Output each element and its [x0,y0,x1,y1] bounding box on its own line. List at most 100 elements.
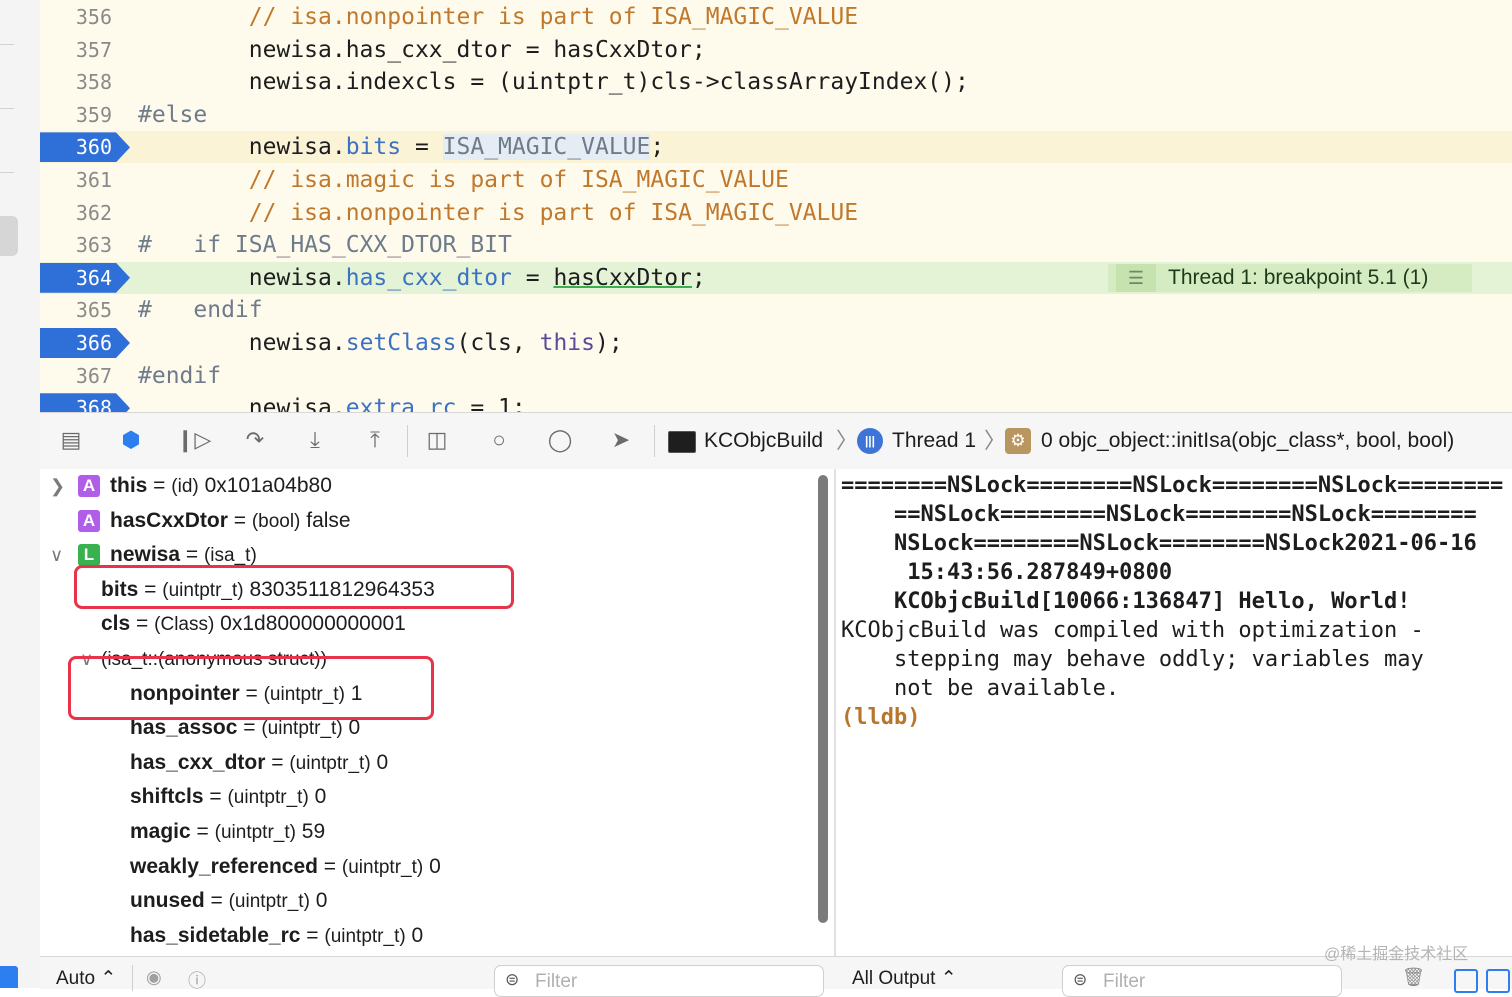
code-line[interactable]: 362 // isa.nonpointer is part of ISA_MAG… [40,197,1512,229]
code-token: newisa. [138,134,346,161]
console-filter-field[interactable]: ⊜ Filter [1062,965,1342,997]
variable-name: this [110,474,148,497]
code-token: newisa.indexcls = (uintptr_t)cls->classA… [138,69,969,96]
source-editor[interactable]: 356 // isa.nonpointer is part of ISA_MAG… [40,0,1512,412]
variable-type: (Class) [154,614,215,636]
variable-type: (uintptr_t) [289,752,371,774]
line-number[interactable]: 368 [40,392,112,412]
code-text: // isa.nonpointer is part of ISA_MAGIC_V… [138,197,858,229]
continue-icon[interactable]: ❙▷ [176,425,211,455]
info-icon[interactable]: ⓘ [188,967,206,993]
breadcrumb-target[interactable]: KCObjcBuild [704,413,823,469]
toggle-debug-area-icon[interactable]: ▤ [56,425,86,455]
variable-row[interactable]: has_sidetable_rc = (uintptr_t) 0 [130,919,423,953]
variable-type: (uintptr_t) [324,925,406,947]
variable-type: (uintptr_t) [341,856,424,878]
variable-row[interactable]: hasCxxDtor = (bool) false [110,504,351,538]
console-output[interactable]: ========NSLock========NSLock========NSLo… [836,469,1512,956]
breakpoint-annotation[interactable]: ☰ Thread 1: breakpoint 5.1 (1) [1108,264,1472,292]
code-line[interactable]: 365 # endif [40,294,1512,326]
step-out-icon[interactable]: ⤒ [360,425,390,455]
code-line[interactable]: 359 #else [40,99,1512,131]
line-number[interactable]: 356 [40,1,112,33]
eye-icon[interactable]: ◉ [146,967,162,988]
code-text: #endif [138,360,221,392]
chevron-down-icon[interactable]: ∨ [50,538,63,572]
code-line[interactable]: 363 # if ISA_HAS_CXX_DTOR_BIT [40,229,1512,261]
show-variables-icon[interactable] [1454,969,1478,993]
line-number[interactable]: 367 [40,360,112,392]
variable-row[interactable]: cls = (Class) 0x1d800000000001 [101,607,406,641]
code-token: hasCxxDtor [553,264,692,291]
line-number[interactable]: 362 [40,197,112,229]
line-number[interactable]: 360 [40,131,112,163]
terminal-icon [668,431,696,453]
environment-overrides-icon[interactable]: ◯ [545,425,575,455]
step-into-icon[interactable]: ⤓ [300,425,330,455]
variable-value: 0x1d800000000001 [220,612,406,636]
variable-name: magic [130,820,191,843]
variable-row[interactable]: magic = (uintptr_t) 59 [130,815,325,849]
line-number[interactable]: 359 [40,99,112,131]
code-line[interactable]: 367 #endif [40,360,1512,392]
variable-value: false [306,508,351,532]
breadcrumb-frame[interactable]: 0 objc_object::initIsa(objc_class*, bool… [1041,413,1454,469]
filter-icon: ⊜ [1073,970,1088,989]
variables-scope-popup[interactable]: Auto ⌃ [56,967,116,990]
variable-row[interactable]: this = (id) 0x101a04b80 [110,469,332,503]
code-line[interactable]: 357 newisa.has_cxx_dtor = hasCxxDtor; [40,34,1512,66]
code-token: newisa.has_cxx_dtor = hasCxxDtor; [138,36,706,63]
filter-toggle-icon[interactable] [0,966,18,988]
variable-type: (uintptr_t) [227,787,309,809]
divider [0,108,14,109]
menu-icon[interactable]: ☰ [1116,264,1156,292]
variable-name: newisa [110,543,181,567]
code-line[interactable]: 360 newisa.bits = ISA_MAGIC_VALUE; [40,131,1512,164]
trash-icon[interactable]: 🗑 [1402,967,1425,988]
variables-filter-field[interactable]: ⊜ Filter [494,965,824,997]
code-token: ; [650,134,665,161]
show-console-icon[interactable] [1486,969,1510,993]
step-over-icon[interactable]: ↷ [240,425,270,455]
output-scope-popup[interactable]: All Output ⌃ [852,967,957,990]
line-number[interactable]: 361 [40,164,112,196]
watermark: @稀土掘金技术社区 [1324,946,1469,963]
chevron-right-icon[interactable]: ❯ [50,469,65,503]
scrollbar[interactable] [818,475,828,923]
breadcrumb-thread[interactable]: Thread 1 [892,413,976,469]
line-number[interactable]: 364 [40,262,112,294]
code-line[interactable]: 361 // isa.magic is part of ISA_MAGIC_VA… [40,164,1512,196]
chevron-right-icon: 〉 [984,428,1007,453]
variable-row[interactable]: has_cxx_dtor = (uintptr_t) 0 [130,746,388,780]
code-line[interactable]: 356 // isa.nonpointer is part of ISA_MAG… [40,1,1512,33]
line-number[interactable]: 365 [40,294,112,326]
console-line: ==NSLock========NSLock========NSLock====… [841,502,1477,527]
variable-row[interactable]: weakly_referenced = (uintptr_t) 0 [130,850,441,884]
view-hierarchy-icon[interactable]: ◫ [422,425,452,455]
code-line[interactable]: 368 newisa.extra_rc = 1; [40,392,1512,412]
line-number[interactable]: 358 [40,66,112,98]
simulate-location-icon[interactable]: ➤ [606,425,636,455]
navigator-selection[interactable] [0,216,18,256]
line-number[interactable]: 366 [40,327,112,359]
code-text: newisa.setClass(cls, this); [138,327,623,359]
code-text: newisa.bits = ISA_MAGIC_VALUE; [138,131,664,163]
filter-icon: ⊜ [505,970,520,989]
divider [0,44,14,45]
line-number[interactable]: 363 [40,229,112,261]
variable-name: has_cxx_dtor [130,750,266,774]
code-token: this [539,330,595,356]
code-line[interactable]: 366 newisa.setClass(cls, this); [40,327,1512,359]
code-token: newisa. [138,264,346,291]
code-token: ); [594,330,623,356]
variable-row[interactable]: unused = (uintptr_t) 0 [130,884,327,918]
breakpoints-toggle-icon[interactable]: ⬢ [116,425,146,455]
code-text: # endif [138,294,263,326]
variable-name: has_sidetable_rc [130,923,301,947]
code-line[interactable]: 358 newisa.indexcls = (uintptr_t)cls->cl… [40,66,1512,98]
line-number[interactable]: 357 [40,34,112,66]
memory-graph-icon[interactable]: ○ [484,425,514,455]
variable-row[interactable]: shiftcls = (uintptr_t) 0 [130,780,326,814]
